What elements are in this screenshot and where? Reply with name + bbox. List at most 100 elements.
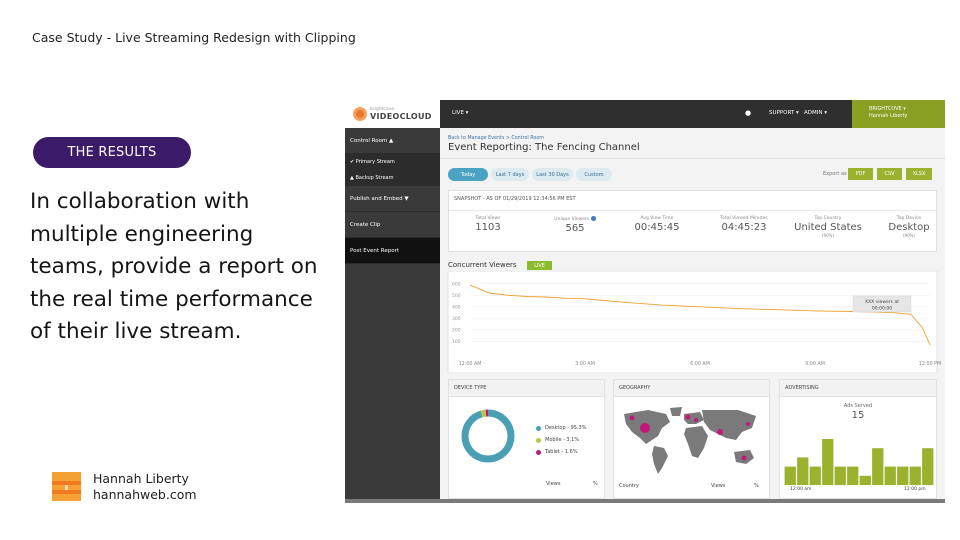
ads-served-label: Ads Served <box>843 403 873 409</box>
ads-bar[interactable] <box>872 448 884 485</box>
south-america-shape <box>652 446 668 474</box>
metric-value: 00:45:45 <box>634 222 680 233</box>
metric-total-views: Total Views 1103 <box>463 216 513 233</box>
nav-live-menu[interactable]: LIVE ▾ <box>452 110 468 116</box>
tab-custom[interactable]: Custom <box>576 168 612 181</box>
export-pdf-button[interactable]: PDF <box>848 168 873 180</box>
ads-bar[interactable] <box>909 466 921 485</box>
warning-icon: ▲ <box>350 175 354 181</box>
x-tick-label: 12:00 AM <box>459 361 482 367</box>
ads-bar[interactable] <box>809 466 821 485</box>
notification-icon[interactable]: ● <box>745 109 751 117</box>
legend-dot <box>536 437 541 443</box>
metric-label: Total Viewed Minutes <box>720 216 768 221</box>
backup-stream-label: Backup Stream <box>355 175 394 181</box>
ads-x-end: 12:00 pm <box>904 487 926 492</box>
column-percent: % <box>593 481 598 487</box>
advertising-panel: ADVERTISING Ads Served 15 12:00 am 12:00… <box>779 379 937 499</box>
panel-title: DEVICE TYPE <box>454 385 487 391</box>
donut-slice[interactable] <box>461 409 515 463</box>
concurrent-viewers-chart[interactable]: 100 200 300 400 500 600 12:00 AM 3:00 AM 6:00 AM… <box>440 271 945 373</box>
metric-value: Desktop <box>888 222 930 233</box>
brand-name: VIDEOCLOUD <box>370 112 432 121</box>
ads-bar[interactable] <box>922 448 934 485</box>
tab-last-30-days[interactable]: Last 30 Days <box>532 168 573 181</box>
panel-title: GEOGRAPHY <box>619 385 651 391</box>
nav-support-menu[interactable]: SUPPORT ▾ <box>769 110 799 116</box>
sidebar: Control Room ▲ ✔ Primary Stream ▲ Backup… <box>345 128 440 499</box>
x-tick-label: 6:00 AM <box>690 361 710 367</box>
ads-bar[interactable] <box>784 466 796 485</box>
header-divider <box>440 158 945 159</box>
top-nav-bar: brightcove VIDEOCLOUD LIVE ▾ ● SUPPORT ▾… <box>345 100 945 128</box>
page-title: Event Reporting: The Fencing Channel <box>448 142 640 153</box>
sidebar-item-backup-stream[interactable]: ▲ Backup Stream <box>345 170 440 186</box>
metric-label: Total Views <box>475 216 501 221</box>
legend-dot <box>536 425 541 431</box>
sidebar-item-publish-embed[interactable]: Publish and Embed ▼ <box>345 186 440 212</box>
sidebar-item-control-room[interactable]: Control Room ▲ <box>345 128 440 154</box>
ads-bar[interactable] <box>822 439 834 485</box>
author-name: Hannah Liberty <box>93 471 189 486</box>
y-tick-label: 500 <box>452 293 461 299</box>
sidebar-item-create-clip[interactable]: Create Clip <box>345 212 440 238</box>
ads-bar[interactable] <box>859 475 871 485</box>
column-views: Views <box>711 483 726 489</box>
metric-top-country: Top Country United States (90%) <box>793 216 863 238</box>
metric-top-device: Top Device Desktop (90%) <box>881 216 937 238</box>
y-tick-label: 400 <box>452 304 461 310</box>
tab-last-7-days[interactable]: Last 7 days <box>491 168 529 181</box>
main-content: Back to Manage Events > Control Room Eve… <box>440 128 945 499</box>
tab-today[interactable]: Today <box>448 168 488 181</box>
sidebar-item-primary-stream[interactable]: ✔ Primary Stream <box>345 154 440 170</box>
videocloud-logo-icon <box>353 107 367 121</box>
account-menu[interactable]: BRIGHTCOVE ▾ Hannah Liberty <box>852 100 945 128</box>
map-marker-japan <box>746 422 750 426</box>
column-views: Views <box>546 481 561 487</box>
ads-bar[interactable] <box>897 466 909 485</box>
metric-value: 565 <box>565 223 585 234</box>
africa-shape <box>684 426 708 458</box>
snapshot-card: SNAPSHOT - AS OF 01/29/2019 12:34:56 PM … <box>448 190 937 252</box>
export-csv-button[interactable]: CSV <box>877 168 902 180</box>
primary-stream-label: Primary Stream <box>355 159 395 165</box>
ads-bar[interactable] <box>834 466 846 485</box>
info-icon[interactable] <box>590 216 596 221</box>
brand-logo[interactable]: brightcove VIDEOCLOUD <box>345 100 440 128</box>
metric-value: 1103 <box>475 222 501 233</box>
snapshot-label: SNAPSHOT - AS OF 01/29/2019 12:34:56 PM … <box>454 196 576 202</box>
map-marker-canada <box>629 415 635 421</box>
concurrent-viewers-title: Concurrent Viewers <box>448 261 517 269</box>
ads-served-value: 15 <box>851 410 865 421</box>
metric-label: Top Device <box>896 216 922 221</box>
column-country: Country <box>619 483 639 489</box>
nav-admin-menu[interactable]: ADMIN ▾ <box>804 110 827 116</box>
sidebar-item-post-event-report[interactable]: Post Event Report <box>345 238 440 264</box>
world-map[interactable] <box>618 404 766 478</box>
legend-label: Desktop - 95.3% <box>545 425 587 431</box>
map-marker-australia <box>741 455 747 461</box>
legend-item-mobile: Mobile - 3.1% <box>536 437 579 443</box>
x-tick-label: 3:00 AM <box>575 361 595 367</box>
x-tick-label: 9:00 AM <box>805 361 825 367</box>
legend-dot <box>536 449 541 455</box>
device-type-panel: DEVICE TYPE Desktop - 95.3% Mobile - 3.1… <box>448 379 605 499</box>
account-company: BRIGHTCOVE ▾ <box>869 106 906 112</box>
x-tick-label: 12:00 PM <box>919 361 941 367</box>
column-percent: % <box>754 483 759 489</box>
headline: In collaboration with multiple engineeri… <box>30 189 318 344</box>
map-marker-india <box>717 429 723 435</box>
ads-bar[interactable] <box>797 457 809 485</box>
metric-label: Unique Viewers <box>554 217 590 222</box>
y-tick-label: 200 <box>452 327 461 333</box>
ads-bar[interactable] <box>884 466 896 485</box>
metric-value: 04:45:23 <box>721 222 767 233</box>
legend-label: Tablet - 1.6% <box>545 449 578 455</box>
ads-bar[interactable] <box>847 466 859 485</box>
export-xlsx-button[interactable]: XLSX <box>906 168 932 180</box>
metric-sub: (90%) <box>902 233 915 238</box>
breadcrumb[interactable]: Back to Manage Events > Control Room <box>448 136 544 141</box>
results-pill: THE RESULTS <box>33 137 191 168</box>
ads-x-start: 12:00 am <box>790 487 812 492</box>
legend-label: Mobile - 3.1% <box>545 437 580 443</box>
